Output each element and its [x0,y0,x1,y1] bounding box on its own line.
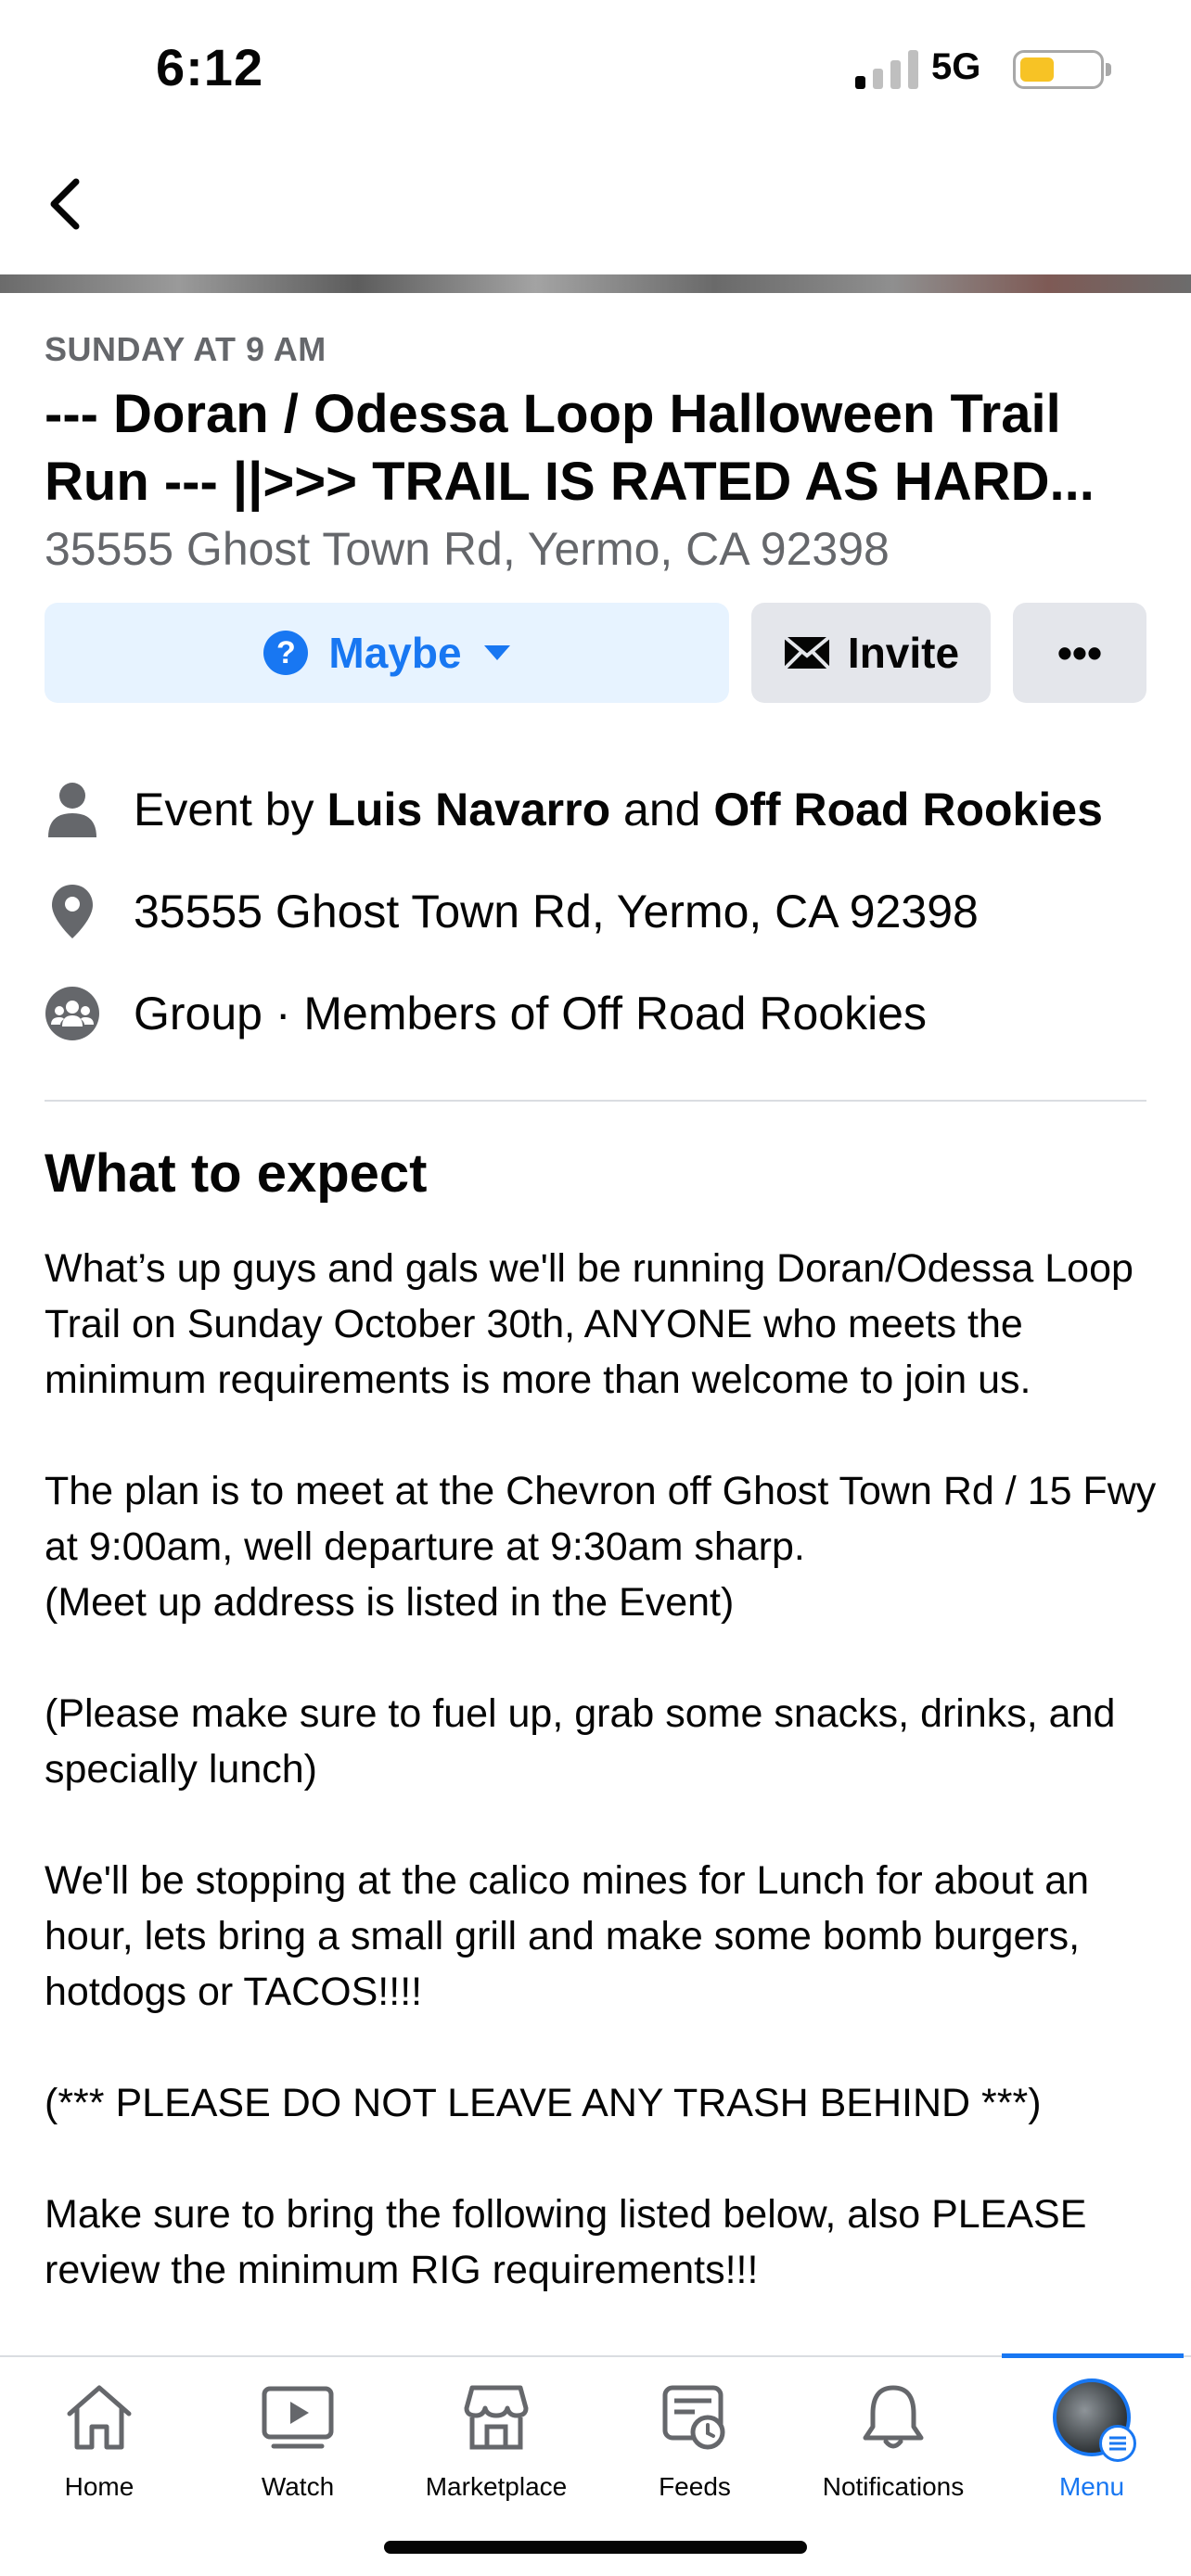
divider [45,1100,1146,1102]
menu-badge-icon [1099,2425,1136,2462]
battery-cap [1106,63,1111,76]
active-tab-indicator [1002,2353,1184,2358]
host-link-1[interactable]: Luis Navarro [327,783,610,836]
tab-menu[interactable]: Menu [992,2376,1191,2533]
invite-label: Invite [847,629,960,677]
event-description: What’s up guys and gals we'll be running… [45,1246,1157,2292]
feeds-icon [653,2376,736,2459]
home-icon [58,2376,141,2459]
tab-feeds-label: Feeds [659,2472,731,2501]
bell-icon [852,2376,935,2459]
tab-watch-label: Watch [261,2472,335,2501]
event-header: SUNDAY AT 9 AM --- Doran / Odessa Loop H… [45,293,1148,577]
tab-home-label: Home [64,2472,134,2501]
status-bar: 6:12 5G [0,0,1191,139]
battery-icon [1013,50,1104,89]
avatar [1053,2378,1136,2462]
storefront-icon [455,2376,538,2459]
host-prefix: Event by [134,784,314,835]
event-actions: ? Maybe Invite ••• [45,603,1146,705]
event-address[interactable]: 35555 Ghost Town Rd, Yermo, CA 92398 [45,521,1148,577]
back-button[interactable] [37,167,93,241]
tab-feeds[interactable]: Feeds [596,2376,794,2533]
video-icon [256,2376,339,2459]
status-time: 6:12 [156,38,264,96]
info-row-privacy: Group · Members of Off Road Rookies [45,981,1148,1046]
privacy-text: Group · Members of Off Road Rookies [134,988,927,1039]
tab-notifications-label: Notifications [822,2472,965,2501]
menu-avatar-wrap [1050,2376,1136,2462]
details-title: What to expect [45,1143,428,1204]
tab-notifications[interactable]: Notifications [794,2376,992,2533]
cellular-signal-icon [855,50,918,89]
tab-menu-label: Menu [1058,2472,1125,2501]
envelope-icon [783,635,831,670]
tab-marketplace-label: Marketplace [425,2472,568,2501]
info-row-host: Event by Luis Navarro and Off Road Rooki… [45,777,1148,842]
tab-marketplace[interactable]: Marketplace [397,2376,596,2533]
cover-photo[interactable] [0,274,1191,293]
location-text: 35555 Ghost Town Rd, Yermo, CA 92398 [134,886,979,937]
location-pin-icon [45,884,100,939]
info-row-location[interactable]: 35555 Ghost Town Rd, Yermo, CA 92398 [45,879,1148,944]
more-label: ••• [1057,629,1103,677]
caret-down-icon [483,645,510,660]
person-icon [45,782,100,837]
host-link-2[interactable]: Off Road Rookies [713,783,1102,836]
question-icon: ? [263,631,309,675]
event-date-time: SUNDAY AT 9 AM [45,330,327,368]
host-and: and [623,784,701,835]
group-icon [45,986,100,1041]
home-indicator [384,2541,807,2554]
tab-watch[interactable]: Watch [198,2376,397,2533]
more-options-button[interactable]: ••• [1013,603,1146,703]
tab-home[interactable]: Home [0,2376,198,2533]
rsvp-maybe-button[interactable]: ? Maybe [45,603,729,703]
rsvp-maybe-label: Maybe [328,629,462,677]
chevron-left-icon [50,178,80,230]
invite-button[interactable]: Invite [751,603,991,703]
network-type: 5G [931,46,981,87]
event-title: --- Doran / Odessa Loop Halloween Trail … [45,384,1095,512]
